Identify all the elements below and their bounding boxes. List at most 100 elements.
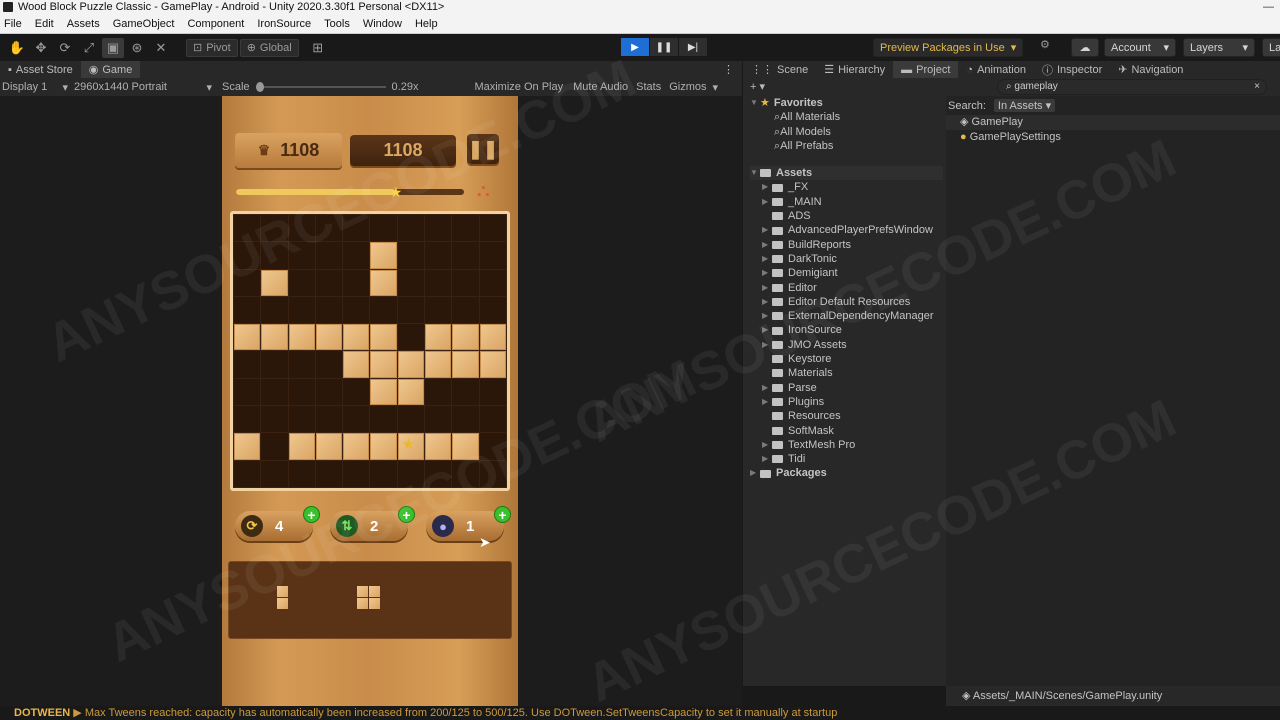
cloud-button[interactable]: ☁ — [1071, 38, 1099, 57]
custom-tool-icon[interactable]: ✕ — [150, 38, 172, 58]
board-cell-empty[interactable] — [315, 406, 343, 433]
board-cell-empty[interactable] — [261, 433, 288, 460]
board-cell-empty[interactable] — [315, 242, 343, 269]
play-button[interactable]: ▶ — [621, 38, 649, 56]
board-cell-filled[interactable] — [425, 433, 452, 460]
expand-arrow-icon[interactable]: ▶ — [762, 395, 772, 409]
folder-item[interactable]: ▶ DarkTonic — [750, 252, 943, 266]
board-cell-empty[interactable] — [288, 351, 315, 378]
search-scope-dropdown[interactable]: In Assets ▾ — [993, 99, 1056, 112]
tab-project[interactable]: ▬ Project — [893, 61, 959, 78]
menu-component[interactable]: Component — [187, 18, 244, 30]
board-cell-filled[interactable] — [288, 324, 315, 351]
board-cell-empty[interactable] — [288, 378, 315, 406]
mute-audio-toggle[interactable]: Mute Audio — [573, 81, 628, 93]
folder-item[interactable]: SoftMask — [750, 424, 943, 438]
menu-ironsource[interactable]: IronSource — [257, 18, 311, 30]
transform-tool-icon[interactable]: ⊛ — [126, 38, 148, 58]
board-cell-empty[interactable] — [397, 324, 425, 351]
expand-arrow-icon[interactable]: ▶ — [762, 438, 772, 452]
board-cell-empty[interactable] — [479, 242, 506, 269]
board-cell-empty[interactable] — [261, 351, 288, 378]
rect-tool-icon[interactable]: ▣ — [102, 37, 124, 58]
booster-swap[interactable]: ⇅ 2 — [330, 511, 408, 541]
board-cell-empty[interactable] — [343, 296, 370, 324]
board-cell-filled[interactable] — [343, 433, 370, 460]
board-cell-empty[interactable] — [397, 460, 425, 487]
folder-item[interactable]: ▶ JMO Assets — [750, 338, 943, 352]
board-cell-empty[interactable] — [234, 378, 261, 406]
stats-toggle[interactable]: Stats — [636, 81, 661, 93]
add-bomb-button[interactable]: + — [494, 506, 511, 523]
board-cell-empty[interactable] — [397, 406, 425, 433]
board-cell-filled[interactable] — [397, 351, 425, 378]
board-cell-empty[interactable] — [288, 215, 315, 242]
board-cell-empty[interactable] — [452, 406, 479, 433]
grid-snap-icon[interactable]: ⊞ — [307, 38, 329, 58]
board-cell-empty[interactable] — [288, 460, 315, 487]
board-cell-empty[interactable] — [234, 269, 261, 296]
board-cell-empty[interactable] — [288, 296, 315, 324]
board-cell-empty[interactable] — [425, 269, 452, 296]
board-cell-empty[interactable] — [397, 215, 425, 242]
booster-rotate[interactable]: ⟳ 4 — [235, 511, 313, 541]
board-cell-filled[interactable] — [425, 324, 452, 351]
favorite-item[interactable]: ⌕ All Models — [750, 125, 943, 139]
expand-arrow-icon[interactable]: ▶ — [762, 223, 772, 237]
favorite-item[interactable]: ⌕ All Materials — [750, 110, 943, 124]
board-cell-filled[interactable] — [370, 433, 397, 460]
board-cell-empty[interactable] — [343, 242, 370, 269]
add-swap-button[interactable]: + — [398, 506, 415, 523]
menu-tools[interactable]: Tools — [324, 18, 350, 30]
board-cell-filled[interactable] — [370, 378, 397, 406]
expand-arrow-icon[interactable]: ▶ — [762, 295, 772, 309]
clear-icon[interactable]: × — [1254, 80, 1260, 94]
board-cell-empty[interactable] — [479, 406, 506, 433]
board-cell-empty[interactable] — [452, 378, 479, 406]
board-cell-empty[interactable] — [315, 215, 343, 242]
board-cell-empty[interactable] — [452, 296, 479, 324]
board-cell-empty[interactable] — [234, 460, 261, 487]
layout-dropdown[interactable]: La — [1262, 38, 1280, 57]
board-cell-filled[interactable] — [370, 324, 397, 351]
board-cell-empty[interactable] — [343, 215, 370, 242]
expand-arrow-icon[interactable]: ▶ — [762, 252, 772, 266]
board-cell-empty[interactable] — [370, 215, 397, 242]
board-cell-empty[interactable] — [288, 242, 315, 269]
board-cell-empty[interactable] — [288, 269, 315, 296]
preview-packages-button[interactable]: Preview Packages in Use ▾ — [873, 38, 1024, 57]
board-cell-filled[interactable] — [370, 351, 397, 378]
expand-arrow-icon[interactable]: ▶ — [762, 309, 772, 323]
expand-arrow-icon[interactable]: ▶ — [762, 195, 772, 209]
board-cell-empty[interactable] — [288, 406, 315, 433]
board-cell-empty[interactable] — [343, 378, 370, 406]
board-cell-filled[interactable] — [315, 433, 343, 460]
maximize-on-play-toggle[interactable]: Maximize On Play — [474, 81, 563, 93]
expand-arrow-icon[interactable]: ▶ — [762, 338, 772, 352]
board-cell-filled[interactable] — [425, 351, 452, 378]
expand-arrow-icon[interactable]: ▶ — [762, 281, 772, 295]
folder-item[interactable]: ▶ _MAIN — [750, 195, 943, 209]
scale-slider[interactable] — [255, 82, 386, 92]
board-cell-empty[interactable] — [425, 406, 452, 433]
board-cell-empty[interactable] — [479, 215, 506, 242]
chevron-down-icon[interactable]: ▾ — [713, 81, 719, 94]
board-cell-filled[interactable] — [370, 242, 397, 269]
board-cell-empty[interactable] — [343, 269, 370, 296]
folder-item[interactable]: ▶ Demigiant — [750, 266, 943, 280]
tab-navigation[interactable]: ✈ Navigation — [1110, 61, 1191, 78]
board-cell-filled[interactable] — [397, 433, 425, 460]
board-cell-empty[interactable] — [315, 378, 343, 406]
menu-assets[interactable]: Assets — [67, 18, 100, 30]
board-cell-empty[interactable] — [425, 215, 452, 242]
console-status-bar[interactable]: DOTWEEN ▶ Max Tweens reached: capacity h… — [0, 706, 1280, 720]
board-cell-empty[interactable] — [397, 296, 425, 324]
folder-item[interactable]: Resources — [750, 409, 943, 423]
board-cell-empty[interactable] — [261, 460, 288, 487]
account-dropdown[interactable]: Account ▾ — [1104, 38, 1176, 57]
tab-animation[interactable]: ◔ Animation — [958, 61, 1034, 78]
board-cell-empty[interactable] — [452, 460, 479, 487]
board-cell-filled[interactable] — [343, 351, 370, 378]
board-cell-empty[interactable] — [261, 378, 288, 406]
pause-game-button[interactable]: ❚❚ — [467, 134, 499, 164]
